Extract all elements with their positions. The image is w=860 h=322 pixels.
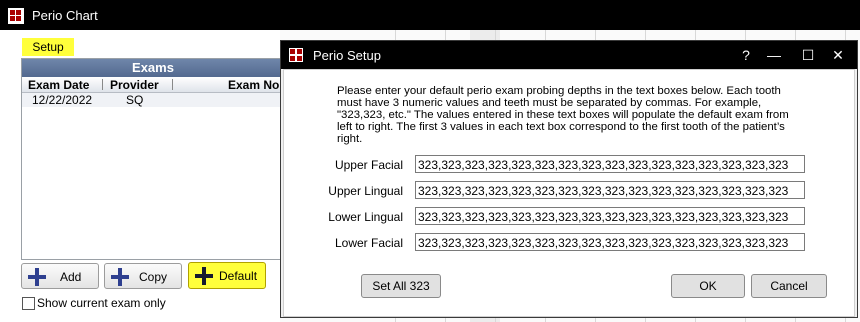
- plus-icon: [195, 267, 213, 285]
- main-window-title: Perio Chart: [32, 8, 98, 23]
- perio-setup-dialog: Perio Setup ? — ☐ ✕ Please enter your de…: [280, 40, 858, 318]
- upper-lingual-input[interactable]: 323,323,323,323,323,323,323,323,323,323,…: [415, 181, 805, 199]
- cancel-button[interactable]: Cancel: [751, 274, 827, 298]
- minimize-icon[interactable]: —: [761, 46, 787, 64]
- app-icon: [8, 8, 24, 24]
- table-row[interactable]: 12/22/2022 SQ: [22, 93, 284, 107]
- exams-column-header: Exam Date Provider Exam No: [22, 77, 284, 93]
- exams-header: Exams: [22, 59, 284, 77]
- app-icon: [289, 48, 303, 62]
- plus-icon: [28, 268, 46, 286]
- instructions-text: Please enter your default perio exam pro…: [337, 85, 789, 145]
- lower-facial-input[interactable]: 323,323,323,323,323,323,323,323,323,323,…: [415, 233, 805, 251]
- exam-date-cell: 12/22/2022: [32, 93, 93, 107]
- provider-cell: SQ: [126, 93, 144, 107]
- default-button[interactable]: Default: [188, 262, 266, 289]
- dialog-titlebar: Perio Setup ? — ☐ ✕: [281, 41, 857, 69]
- help-icon[interactable]: ?: [733, 46, 759, 64]
- lower-facial-label: Lower Facial: [334, 236, 403, 250]
- upper-lingual-label: Upper Lingual: [328, 184, 403, 198]
- column-exam-no[interactable]: Exam No: [228, 78, 279, 92]
- exams-panel: Exams Exam Date Provider Exam No 12/22/2…: [21, 58, 285, 260]
- copy-button[interactable]: Copy: [104, 263, 182, 289]
- maximize-icon[interactable]: ☐: [795, 46, 821, 64]
- show-current-exam-label[interactable]: Show current exam only: [37, 296, 166, 310]
- column-exam-date[interactable]: Exam Date: [28, 78, 89, 92]
- close-icon[interactable]: ✕: [825, 46, 851, 64]
- upper-facial-input[interactable]: 323,323,323,323,323,323,323,323,323,323,…: [415, 155, 805, 173]
- setup-menu[interactable]: Setup: [22, 38, 74, 56]
- set-all-323-button[interactable]: Set All 323: [361, 274, 441, 298]
- main-titlebar: Perio Chart: [0, 0, 860, 30]
- column-provider[interactable]: Provider: [110, 78, 159, 92]
- upper-facial-label: Upper Facial: [334, 158, 403, 172]
- show-current-exam-checkbox[interactable]: [22, 297, 35, 310]
- ok-button[interactable]: OK: [671, 274, 745, 298]
- lower-lingual-input[interactable]: 323,323,323,323,323,323,323,323,323,323,…: [415, 207, 805, 225]
- add-button[interactable]: Add: [21, 263, 99, 289]
- dialog-title: Perio Setup: [313, 48, 381, 63]
- lower-lingual-label: Lower Lingual: [328, 210, 403, 224]
- plus-icon: [111, 268, 129, 286]
